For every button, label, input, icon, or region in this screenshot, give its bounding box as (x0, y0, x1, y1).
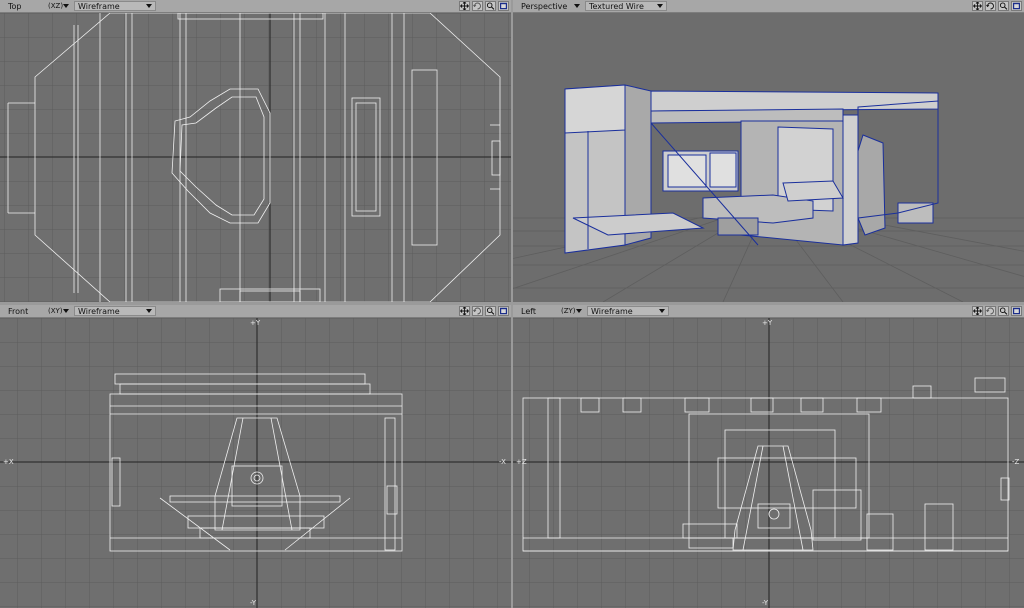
render-mode-label: Wireframe (591, 306, 633, 316)
viewport-header: Perspective Textured Wire (513, 0, 1024, 13)
move-icon[interactable] (972, 1, 983, 11)
render-mode-label: Wireframe (78, 306, 120, 316)
viewport-name: Front (8, 306, 29, 316)
perspective-scene (513, 13, 1024, 302)
axis-label-neg-y: -Y (250, 599, 256, 607)
viewport-canvas[interactable]: +Y -Y +Z -Z (513, 318, 1024, 608)
viewport-header: Top (XZ) Wireframe (0, 0, 511, 13)
chevron-down-icon (63, 4, 69, 8)
zoom-icon[interactable] (998, 306, 1009, 316)
axis-label-pos-z: +Z (516, 458, 527, 466)
viewport-name: Perspective (521, 1, 568, 11)
render-mode-dropdown[interactable]: Wireframe (74, 1, 156, 11)
viewport-header: Front (XY) Wireframe (0, 305, 511, 318)
chevron-down-icon (574, 4, 580, 8)
view-dropdown[interactable] (573, 0, 581, 12)
view-dropdown[interactable] (62, 0, 70, 12)
viewport-left[interactable]: Left (ZY) Wireframe +Y -Y +Z -Z (513, 305, 1024, 608)
rotate-icon[interactable] (985, 1, 996, 11)
chevron-down-icon (657, 4, 663, 8)
move-icon[interactable] (459, 306, 470, 316)
axis-label-pos-y: +Y (762, 319, 773, 327)
viewport-axes: (XZ) (48, 2, 64, 10)
chevron-down-icon (63, 309, 69, 313)
rotate-icon[interactable] (985, 306, 996, 316)
viewport-canvas[interactable] (0, 13, 511, 302)
viewport-axes: (ZY) (561, 307, 576, 315)
left-wireframe (513, 318, 1024, 608)
rotate-icon[interactable] (472, 1, 483, 11)
axis-label-neg-z: -Z (1012, 458, 1020, 466)
zoom-icon[interactable] (998, 1, 1009, 11)
top-wireframe (0, 13, 511, 302)
viewport-name: Top (8, 1, 22, 11)
axis-label-pos-y: +Y (250, 319, 261, 327)
maximize-icon[interactable] (498, 306, 509, 316)
chevron-down-icon (659, 309, 665, 313)
chevron-down-icon (576, 309, 582, 313)
render-mode-label: Wireframe (78, 1, 120, 11)
zoom-icon[interactable] (485, 1, 496, 11)
viewport-header: Left (ZY) Wireframe (513, 305, 1024, 318)
axis-label-neg-x: -X (499, 458, 506, 466)
render-mode-label: Textured Wire (589, 1, 644, 11)
front-wireframe (0, 318, 511, 608)
rotate-icon[interactable] (472, 306, 483, 316)
viewport-canvas[interactable] (513, 13, 1024, 302)
move-icon[interactable] (459, 1, 470, 11)
viewport-name: Left (521, 306, 537, 316)
viewport-top[interactable]: Top (XZ) Wireframe (0, 0, 511, 302)
chevron-down-icon (146, 309, 152, 313)
viewport-perspective[interactable]: Perspective Textured Wire (513, 0, 1024, 302)
viewport-front[interactable]: Front (XY) Wireframe +Y -Y +X -X (0, 305, 511, 608)
move-icon[interactable] (972, 306, 983, 316)
render-mode-dropdown[interactable]: Wireframe (587, 306, 669, 316)
axis-label-neg-y: -Y (762, 599, 768, 607)
chevron-down-icon (146, 4, 152, 8)
viewport-canvas[interactable]: +Y -Y +X -X (0, 318, 511, 608)
render-mode-dropdown[interactable]: Wireframe (74, 306, 156, 316)
view-dropdown[interactable] (62, 305, 70, 317)
axis-label-pos-x: +X (3, 458, 14, 466)
view-dropdown[interactable] (575, 305, 583, 317)
maximize-icon[interactable] (1011, 1, 1022, 11)
maximize-icon[interactable] (1011, 306, 1022, 316)
viewport-axes: (XY) (48, 307, 63, 315)
zoom-icon[interactable] (485, 306, 496, 316)
render-mode-dropdown[interactable]: Textured Wire (585, 1, 667, 11)
maximize-icon[interactable] (498, 1, 509, 11)
